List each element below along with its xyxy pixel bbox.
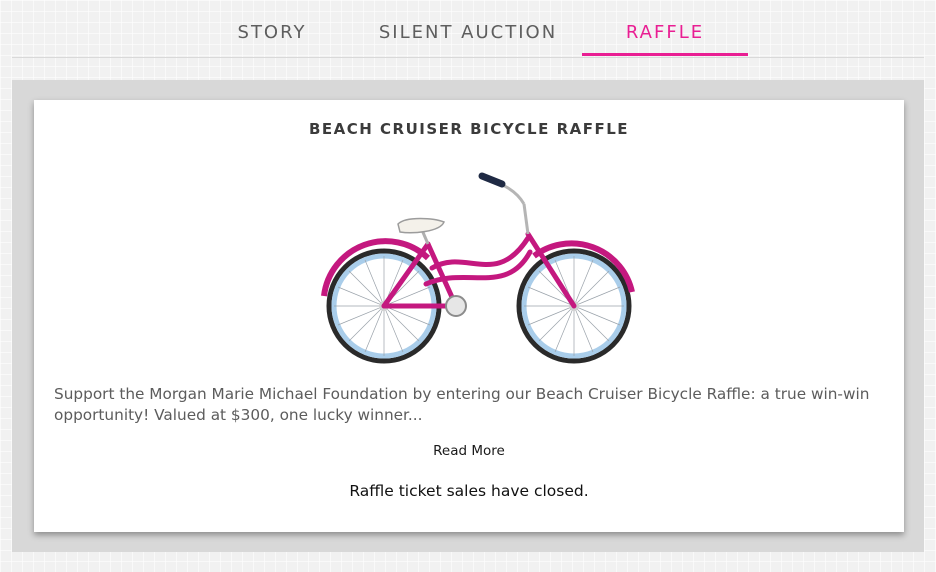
- raffle-description: Support the Morgan Marie Michael Foundat…: [54, 385, 870, 424]
- tab-bar: STORY SILENT AUCTION RAFFLE: [0, 0, 936, 60]
- tab-divider: [12, 57, 924, 58]
- raffle-card: BEACH CRUISER BICYCLE RAFFLE Support the…: [34, 100, 904, 532]
- bicycle-image: [321, 172, 635, 364]
- tab-raffle[interactable]: RAFFLE: [582, 18, 748, 56]
- tab-silent-auction[interactable]: SILENT AUCTION: [362, 18, 574, 56]
- tab-story[interactable]: STORY: [212, 18, 332, 56]
- read-more-link[interactable]: Read More: [34, 443, 904, 459]
- raffle-title: BEACH CRUISER BICYCLE RAFFLE: [308, 120, 630, 138]
- raffle-status: Raffle ticket sales have closed.: [349, 482, 589, 500]
